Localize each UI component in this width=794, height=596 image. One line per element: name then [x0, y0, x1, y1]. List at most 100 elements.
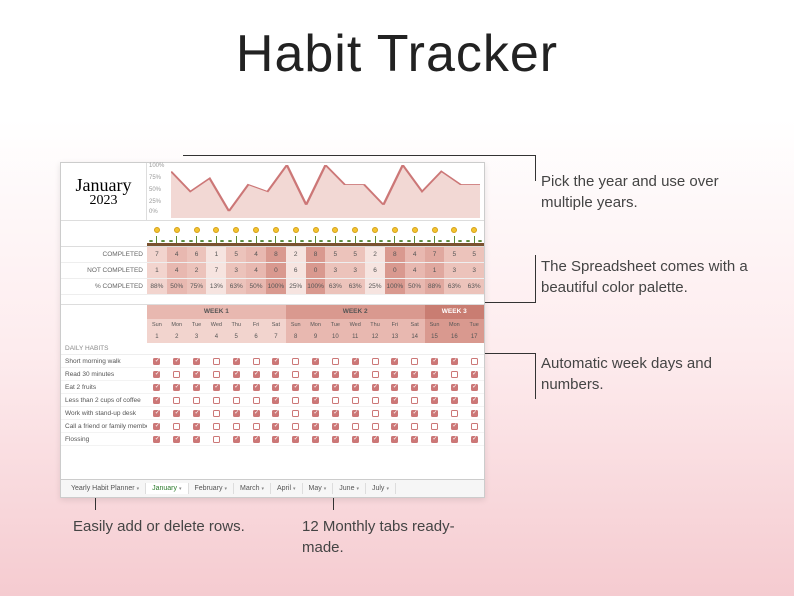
habit-checkbox[interactable] [425, 433, 445, 445]
habit-checkbox[interactable] [444, 420, 464, 432]
habit-checkbox[interactable] [167, 355, 187, 367]
habit-checkbox[interactable] [286, 433, 306, 445]
habit-checkbox[interactable] [385, 433, 405, 445]
habit-checkbox[interactable] [444, 355, 464, 367]
habit-checkbox[interactable] [444, 381, 464, 393]
habit-checkbox[interactable] [444, 394, 464, 406]
habit-checkbox[interactable] [464, 407, 484, 419]
sheet-tab[interactable]: Yearly Habit Planner ▾ [65, 483, 146, 494]
habit-checkbox[interactable] [206, 368, 226, 380]
habit-checkbox[interactable] [365, 407, 385, 419]
habit-checkbox[interactable] [167, 394, 187, 406]
habit-checkbox[interactable] [266, 381, 286, 393]
habit-checkbox[interactable] [365, 394, 385, 406]
habit-checkbox[interactable] [464, 433, 484, 445]
habit-checkbox[interactable] [187, 420, 207, 432]
habit-checkbox[interactable] [306, 394, 326, 406]
habit-checkbox[interactable] [345, 407, 365, 419]
habit-checkbox[interactable] [206, 407, 226, 419]
habit-checkbox[interactable] [385, 394, 405, 406]
habit-checkbox[interactable] [444, 433, 464, 445]
habit-checkbox[interactable] [385, 368, 405, 380]
habit-checkbox[interactable] [246, 381, 266, 393]
habit-checkbox[interactable] [167, 407, 187, 419]
habit-checkbox[interactable] [444, 407, 464, 419]
sheet-tab[interactable]: July ▾ [366, 483, 396, 494]
habit-checkbox[interactable] [266, 420, 286, 432]
habit-checkbox[interactable] [147, 368, 167, 380]
habit-checkbox[interactable] [325, 433, 345, 445]
habit-checkbox[interactable] [306, 355, 326, 367]
habit-checkbox[interactable] [286, 394, 306, 406]
habit-checkbox[interactable] [147, 407, 167, 419]
habit-checkbox[interactable] [206, 381, 226, 393]
habit-checkbox[interactable] [266, 433, 286, 445]
habit-checkbox[interactable] [325, 394, 345, 406]
habit-checkbox[interactable] [345, 394, 365, 406]
habit-checkbox[interactable] [345, 420, 365, 432]
habit-checkbox[interactable] [246, 420, 266, 432]
habit-checkbox[interactable] [167, 420, 187, 432]
habit-checkbox[interactable] [405, 381, 425, 393]
habit-checkbox[interactable] [147, 420, 167, 432]
habit-checkbox[interactable] [345, 368, 365, 380]
habit-checkbox[interactable] [345, 433, 365, 445]
sheet-tab[interactable]: April ▾ [271, 483, 303, 494]
habit-checkbox[interactable] [246, 355, 266, 367]
habit-checkbox[interactable] [464, 420, 484, 432]
habit-checkbox[interactable] [325, 420, 345, 432]
habit-checkbox[interactable] [147, 394, 167, 406]
habit-checkbox[interactable] [246, 394, 266, 406]
habit-checkbox[interactable] [147, 433, 167, 445]
habit-checkbox[interactable] [167, 368, 187, 380]
habit-checkbox[interactable] [226, 433, 246, 445]
habit-checkbox[interactable] [385, 355, 405, 367]
habit-checkbox[interactable] [167, 381, 187, 393]
habit-checkbox[interactable] [365, 433, 385, 445]
habit-checkbox[interactable] [286, 368, 306, 380]
habit-checkbox[interactable] [306, 407, 326, 419]
habit-checkbox[interactable] [246, 433, 266, 445]
habit-checkbox[interactable] [246, 368, 266, 380]
habit-checkbox[interactable] [405, 420, 425, 432]
habit-checkbox[interactable] [425, 355, 445, 367]
habit-checkbox[interactable] [405, 433, 425, 445]
habit-checkbox[interactable] [187, 407, 207, 419]
year-value[interactable]: 2023 [90, 194, 118, 208]
habit-checkbox[interactable] [147, 381, 167, 393]
habit-checkbox[interactable] [147, 355, 167, 367]
habit-checkbox[interactable] [266, 355, 286, 367]
habit-checkbox[interactable] [306, 433, 326, 445]
habit-checkbox[interactable] [226, 420, 246, 432]
habit-checkbox[interactable] [405, 355, 425, 367]
habit-checkbox[interactable] [425, 368, 445, 380]
habit-checkbox[interactable] [385, 381, 405, 393]
habit-checkbox[interactable] [206, 433, 226, 445]
habit-checkbox[interactable] [226, 355, 246, 367]
habit-checkbox[interactable] [365, 381, 385, 393]
habit-checkbox[interactable] [405, 407, 425, 419]
habit-checkbox[interactable] [325, 407, 345, 419]
habit-checkbox[interactable] [325, 381, 345, 393]
habit-checkbox[interactable] [345, 355, 365, 367]
habit-checkbox[interactable] [464, 394, 484, 406]
habit-checkbox[interactable] [167, 433, 187, 445]
sheet-tab[interactable]: March ▾ [234, 483, 271, 494]
habit-checkbox[interactable] [266, 394, 286, 406]
habit-checkbox[interactable] [206, 420, 226, 432]
habit-checkbox[interactable] [365, 355, 385, 367]
habit-checkbox[interactable] [365, 368, 385, 380]
habit-checkbox[interactable] [226, 407, 246, 419]
sheet-tab[interactable]: January ▾ [146, 483, 188, 494]
habit-checkbox[interactable] [246, 407, 266, 419]
habit-checkbox[interactable] [286, 381, 306, 393]
habit-checkbox[interactable] [365, 420, 385, 432]
habit-checkbox[interactable] [187, 355, 207, 367]
habit-checkbox[interactable] [286, 355, 306, 367]
habit-checkbox[interactable] [187, 381, 207, 393]
habit-checkbox[interactable] [286, 407, 306, 419]
habit-checkbox[interactable] [266, 407, 286, 419]
habit-checkbox[interactable] [206, 394, 226, 406]
habit-checkbox[interactable] [444, 368, 464, 380]
habit-checkbox[interactable] [306, 381, 326, 393]
